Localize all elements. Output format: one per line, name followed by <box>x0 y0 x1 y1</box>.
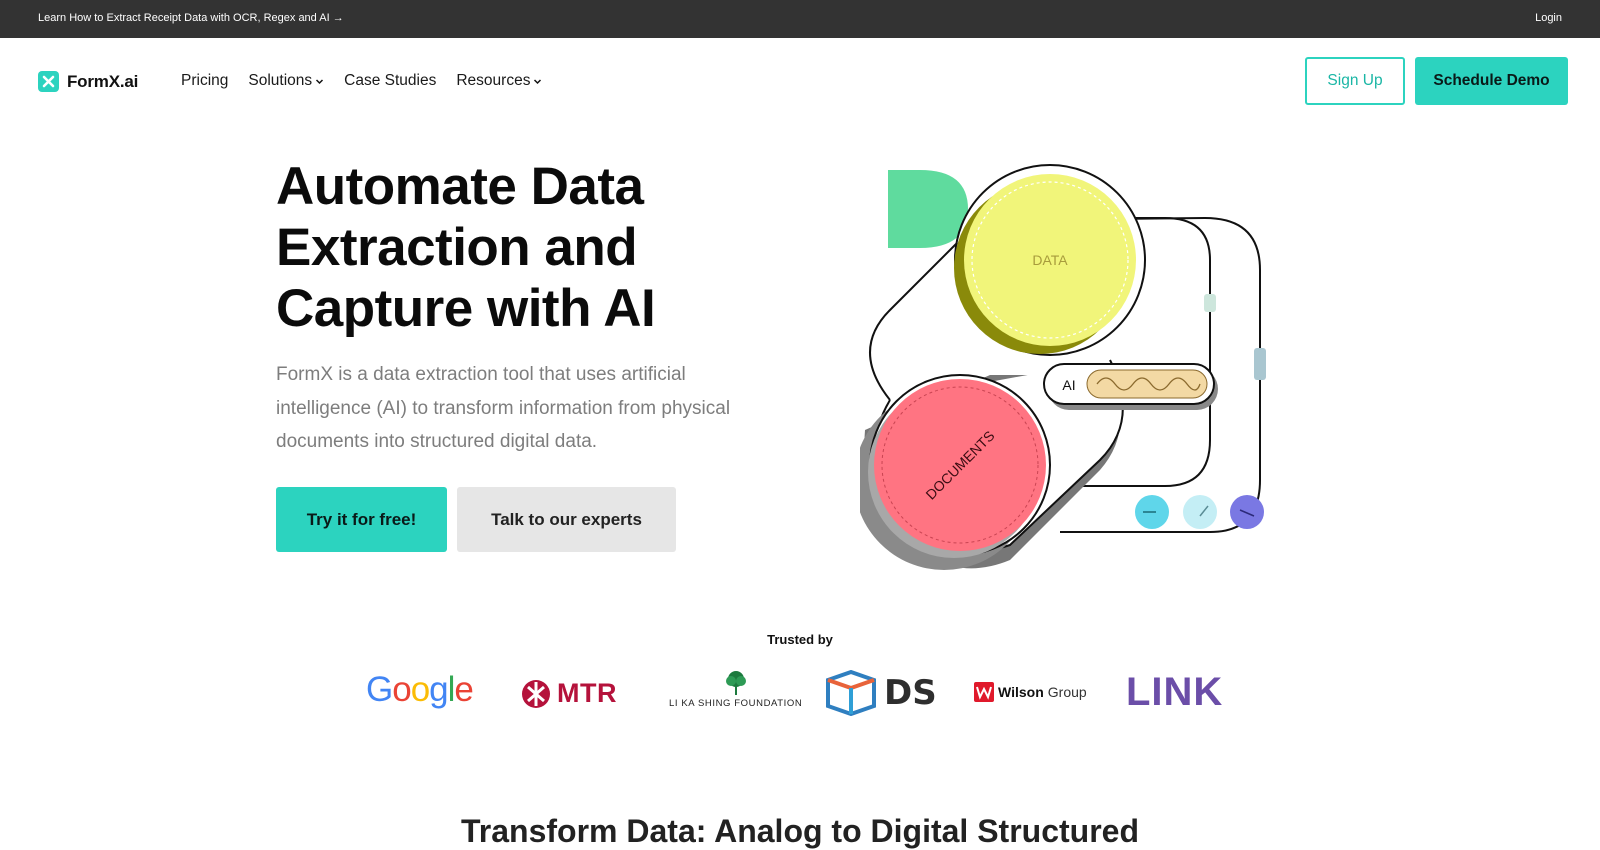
link-logo: LINK <box>1126 670 1223 715</box>
hero-subtitle: FormX is a data extraction tool that use… <box>276 364 731 452</box>
announcement-link[interactable]: Learn How to Extract Receipt Data with O… <box>38 12 344 24</box>
hero-title: Automate Data Extraction and Capture wit… <box>276 156 776 339</box>
try-free-button[interactable]: Try it for free! <box>276 487 447 552</box>
schedule-demo-button[interactable]: Schedule Demo <box>1415 57 1568 105</box>
nav-item-solutions[interactable]: Solutions <box>248 72 324 90</box>
connector-bar <box>1204 294 1216 312</box>
mtr-emblem-icon <box>522 679 550 708</box>
nav-item-case-studies[interactable]: Case Studies <box>344 72 436 90</box>
green-d-shape <box>888 170 968 248</box>
wilson-emblem-icon <box>974 682 994 702</box>
nav-item-label: Resources <box>456 72 531 89</box>
trusted-by-label: Trusted by <box>767 632 833 647</box>
logo-text: FormX.ai <box>67 71 139 91</box>
wilson-group-logo: Wilson Group <box>974 682 1087 702</box>
hero-title-line: Automate Data <box>276 157 644 216</box>
google-logo: Google <box>366 670 474 710</box>
nav-item-resources[interactable]: Resources <box>456 72 542 90</box>
nav-item-label: Solutions <box>248 72 313 89</box>
sign-up-button[interactable]: Sign Up <box>1305 57 1405 105</box>
dial-light <box>1183 495 1217 529</box>
ds-logo: DS <box>824 670 937 716</box>
lks-logo-text: LI KA SHING FOUNDATION <box>669 698 803 709</box>
nav-menu: Pricing Solutions Case Studies Resources <box>181 72 542 90</box>
hero-title-line: Extraction and <box>276 218 638 277</box>
cube-icon <box>826 670 876 716</box>
ai-wave-bg <box>1086 369 1208 399</box>
google-logo-text: Google <box>366 670 474 709</box>
section-title: Transform Data: Analog to Digital Struct… <box>461 813 1139 849</box>
chevron-down-icon <box>534 79 542 85</box>
chevron-down-icon <box>316 79 324 85</box>
nav-item-label: Pricing <box>181 72 229 89</box>
ai-label: AI <box>1062 377 1075 393</box>
talk-experts-button[interactable]: Talk to our experts <box>457 487 676 552</box>
announcement-bar: Learn How to Extract Receipt Data with O… <box>0 0 1600 38</box>
connector-bar <box>1254 348 1266 380</box>
formx-logo-icon <box>38 71 59 92</box>
wilson-group-text: Group <box>1047 684 1087 700</box>
hero-title-line: Capture with AI <box>276 279 656 338</box>
ds-logo-text: DS <box>884 673 937 713</box>
client-logos: Google MTR LI KA SHING FOUNDATION DS Wil… <box>0 666 1600 722</box>
logo[interactable]: FormX.ai <box>38 71 138 92</box>
nav-item-label: Case Studies <box>344 72 437 89</box>
mtr-logo-text: MTR <box>557 678 617 708</box>
wilson-logo-text: Wilson <box>998 684 1044 700</box>
tree-icon <box>725 671 746 695</box>
main-nav: FormX.ai Pricing Solutions Case Studies … <box>0 38 1600 124</box>
nav-item-pricing[interactable]: Pricing <box>181 72 228 90</box>
mtr-logo: MTR <box>521 678 617 709</box>
data-label: DATA <box>1032 252 1068 268</box>
link-logo-text: LINK <box>1126 670 1224 714</box>
hero-illustration: DATA AI DOCUMENTS <box>854 160 1280 585</box>
lks-foundation-logo: LI KA SHING FOUNDATION <box>669 670 802 709</box>
login-link[interactable]: Login <box>1535 12 1562 24</box>
dial-purple <box>1230 495 1264 529</box>
